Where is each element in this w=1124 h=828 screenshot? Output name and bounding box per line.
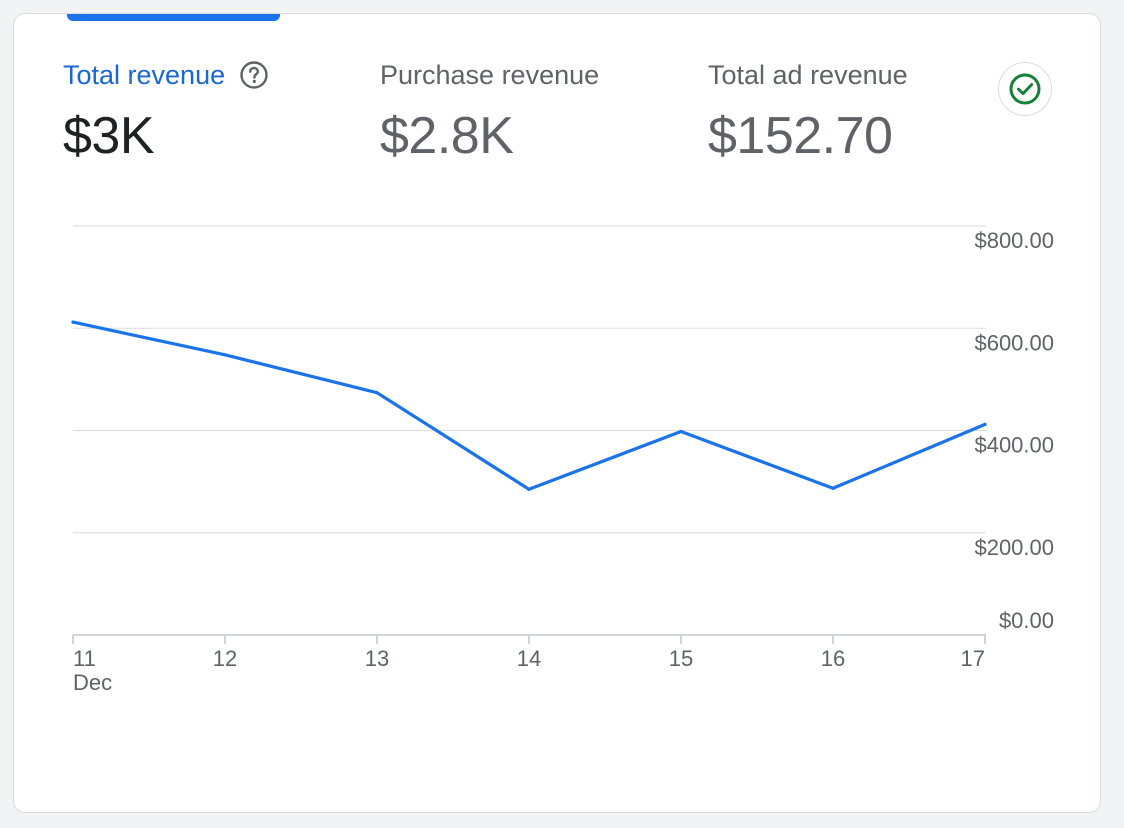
- data-point[interactable]: [223, 353, 227, 357]
- y-tick-label: $200.00: [974, 535, 1054, 560]
- data-point[interactable]: [375, 391, 379, 395]
- x-tick-label: 17: [961, 646, 985, 671]
- revenue-line-chart: $800.00 $600.00 $400.00 $200.00 $0.00 11Dec 12…: [71, 225, 1054, 695]
- x-tick-label: 12: [213, 646, 237, 671]
- x-tick-label: 15: [669, 646, 693, 671]
- data-point[interactable]: [679, 429, 683, 434]
- x-tick-label: 11: [73, 646, 96, 671]
- data-point[interactable]: [71, 320, 75, 324]
- x-tick-sublabel: Dec: [73, 670, 112, 695]
- x-tick-label: 13: [365, 646, 389, 671]
- data-point[interactable]: [831, 486, 835, 490]
- series-line: [71, 320, 987, 491]
- x-tick-label: 16: [821, 646, 845, 671]
- y-tick-label: $0.00: [999, 608, 1054, 633]
- data-point[interactable]: [527, 487, 531, 491]
- y-tick-label: $800.00: [974, 228, 1054, 253]
- y-tick-label: $400.00: [974, 433, 1054, 458]
- y-tick-label: $600.00: [974, 330, 1054, 355]
- x-tick-label: 14: [517, 646, 541, 671]
- data-point[interactable]: [983, 422, 987, 426]
- revenue-card: Total revenue $3K Purchase revenue $2.8K…: [13, 13, 1101, 813]
